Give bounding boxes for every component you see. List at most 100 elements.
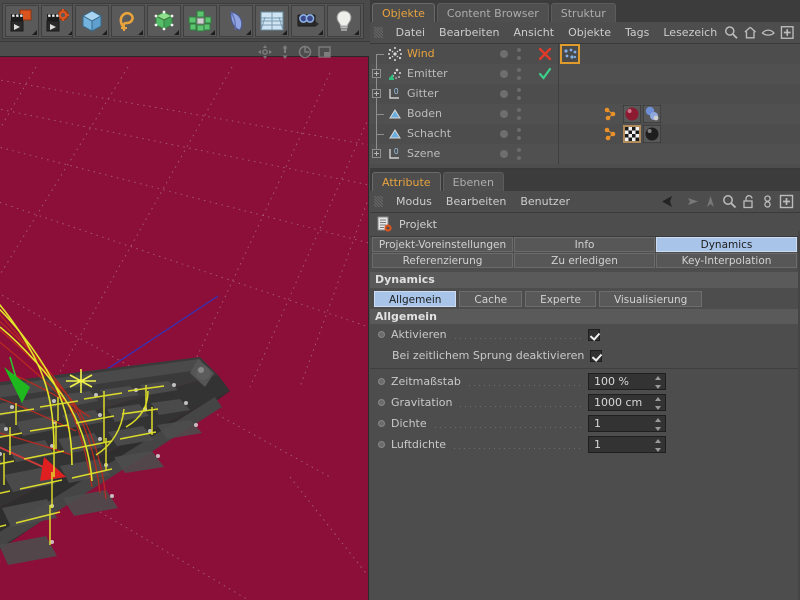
mode-tab-referenzierung[interactable]: Referenzierung [372, 253, 513, 268]
render-view-button[interactable] [5, 5, 39, 37]
plus-box-icon[interactable] [780, 25, 794, 40]
blue-material-tag[interactable] [642, 104, 662, 124]
editor-visibility-dot[interactable] [500, 130, 508, 138]
render-dot-bottom[interactable] [517, 156, 521, 160]
menu-lesezeichen[interactable]: Lesezeich [656, 22, 724, 44]
tag-cell-wind[interactable] [558, 44, 800, 64]
stepper-arrows-icon[interactable] [655, 439, 662, 452]
move-view-icon[interactable] [258, 45, 272, 59]
floor-object-icon[interactable] [387, 106, 403, 122]
light-button[interactable] [327, 5, 361, 37]
object-manager[interactable]: Wind Emitter 0 Gitter Boden Schacht 0 Sz… [370, 44, 800, 169]
wind-object-icon[interactable] [387, 46, 403, 62]
green-check-icon[interactable] [538, 67, 552, 81]
render-dot-bottom[interactable] [517, 136, 521, 140]
subtab-cache[interactable]: Cache [459, 291, 523, 307]
menu-bearbeiten[interactable]: Bearbeiten [432, 22, 506, 44]
object-row-emitter[interactable]: Emitter [370, 64, 800, 84]
visibility-dots[interactable] [494, 84, 536, 104]
dynamics-tag[interactable] [603, 125, 621, 143]
object-label-boden[interactable]: Boden [407, 104, 442, 124]
object-label-szene[interactable]: Szene [407, 144, 440, 164]
stepper-arrows-icon[interactable] [655, 376, 662, 389]
property-row-dichte[interactable]: Dichte 1 [370, 413, 800, 434]
mode-tab-key-interpolation[interactable]: Key-Interpolation [656, 253, 797, 268]
tag-cell-gitter[interactable] [558, 84, 800, 104]
editor-visibility-dot[interactable] [500, 90, 508, 98]
back-arrow-icon[interactable] [661, 194, 678, 209]
up-arrow-icon[interactable] [703, 194, 718, 209]
field-zeitmassstab[interactable]: 100 % [588, 373, 666, 390]
menu-ansicht[interactable]: Ansicht [506, 22, 561, 44]
expand-toggle-emitter[interactable] [372, 69, 381, 78]
null-object-icon[interactable]: 0 [387, 86, 403, 102]
cube-primitive-button[interactable] [75, 5, 109, 37]
rotate-view-icon[interactable] [298, 45, 312, 59]
panel-grip[interactable] [374, 27, 383, 38]
wind-tag[interactable] [560, 44, 580, 64]
visibility-dots[interactable] [494, 64, 536, 84]
animate-bullet[interactable] [378, 331, 385, 338]
property-row-sprung-deaktivieren[interactable]: Bei zeitlichem Sprung deaktivieren [370, 345, 800, 366]
3d-viewport[interactable] [0, 56, 369, 600]
expand-toggle-szene[interactable] [372, 149, 381, 158]
property-row-gravitation[interactable]: Gravitation 1000 cm [370, 392, 800, 413]
floor-object-icon[interactable] [387, 126, 403, 142]
animate-bullet[interactable] [378, 378, 385, 385]
object-state-mark[interactable] [536, 44, 558, 64]
menu-datei[interactable]: Datei [389, 22, 432, 44]
object-state-mark[interactable] [536, 64, 558, 84]
visibility-dots[interactable] [494, 44, 536, 64]
forward-arrow-icon[interactable] [682, 194, 699, 209]
property-row-luftdichte[interactable]: Luftdichte 1 [370, 434, 800, 455]
render-dot-bottom[interactable] [517, 96, 521, 100]
home-icon[interactable] [743, 25, 757, 40]
menu-bearbeiten[interactable]: Bearbeiten [439, 191, 513, 213]
maximize-view-icon[interactable] [318, 45, 332, 59]
lock-icon[interactable] [741, 194, 756, 209]
visibility-dots[interactable] [494, 104, 536, 124]
camera-button[interactable] [291, 5, 325, 37]
object-label-schacht[interactable]: Schacht [407, 124, 451, 144]
mode-tab-projekt-voreinstellungen[interactable]: Projekt-Voreinstellungen [372, 237, 513, 252]
subtab-visualisierung[interactable]: Visualisierung [598, 291, 703, 307]
tab-objekte[interactable]: Objekte [372, 3, 435, 22]
animate-bullet[interactable] [378, 399, 385, 406]
animate-bullet[interactable] [378, 420, 385, 427]
search-icon[interactable] [722, 194, 737, 209]
render-dot-top[interactable] [517, 108, 521, 112]
checkbox-aktivieren[interactable] [588, 328, 600, 341]
mode-tab-dynamics[interactable]: Dynamics [656, 237, 797, 252]
tab-struktur[interactable]: Struktur [550, 3, 616, 22]
link-icon[interactable] [760, 194, 775, 209]
tag-cell-boden[interactable] [558, 104, 800, 124]
visibility-dots[interactable] [494, 144, 536, 164]
property-row-aktivieren[interactable]: Aktivieren [370, 324, 800, 345]
object-row-boden[interactable]: Boden [370, 104, 800, 124]
field-dichte[interactable]: 1 [588, 415, 666, 432]
zoom-view-icon[interactable] [278, 45, 292, 59]
stepper-arrows-icon[interactable] [655, 418, 662, 431]
tab-content-browser[interactable]: Content Browser [436, 3, 549, 22]
render-dot-top[interactable] [517, 128, 521, 132]
spline-button[interactable] [111, 5, 145, 37]
object-label-emitter[interactable]: Emitter [407, 64, 448, 84]
animate-bullet[interactable] [378, 441, 385, 448]
expand-toggle-gitter[interactable] [372, 89, 381, 98]
render-dot-bottom[interactable] [517, 76, 521, 80]
mode-tab-zu-erledigen[interactable]: Zu erledigen [514, 253, 655, 268]
property-row-zeitmassstab[interactable]: Zeitmaßstab 100 % [370, 371, 800, 392]
subtab-experte[interactable]: Experte [525, 291, 596, 307]
field-luftdichte[interactable]: 1 [588, 436, 666, 453]
hypernurbs-button[interactable] [147, 5, 181, 37]
object-row-szene[interactable]: 0 Szene [370, 144, 800, 164]
editor-visibility-dot[interactable] [500, 50, 508, 58]
render-dot-bottom[interactable] [517, 56, 521, 60]
search-icon[interactable] [724, 25, 738, 40]
panel-grip[interactable] [374, 196, 383, 207]
editor-visibility-dot[interactable] [500, 70, 508, 78]
tag-cell-schacht[interactable] [558, 124, 800, 144]
object-row-wind[interactable]: Wind [370, 44, 800, 64]
render-dot-top[interactable] [517, 88, 521, 92]
mode-tab-info[interactable]: Info [514, 237, 655, 252]
